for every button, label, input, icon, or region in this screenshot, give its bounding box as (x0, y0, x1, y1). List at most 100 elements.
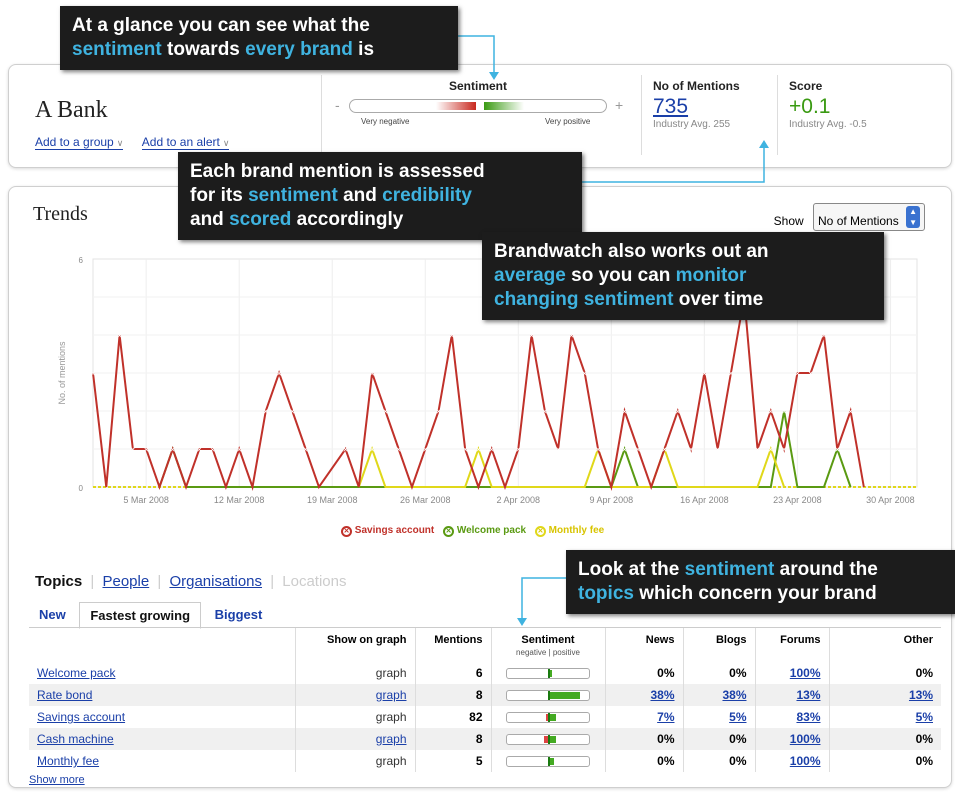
divider (777, 75, 778, 155)
tab-topics[interactable]: Topics (35, 573, 82, 590)
chevron-down-icon: ∨ (222, 138, 230, 148)
source-share-link[interactable]: 13% (909, 688, 933, 702)
data-point-marker[interactable]: ✕ (675, 409, 681, 416)
data-point-marker[interactable]: ✕ (236, 447, 242, 454)
subtab-new[interactable]: New (29, 602, 76, 627)
data-point-marker[interactable]: ✕ (90, 371, 96, 378)
data-point-marker[interactable]: ✕ (449, 333, 455, 340)
topic-link[interactable]: Cash machine (37, 732, 114, 746)
graph-toggle[interactable]: graph (376, 754, 407, 768)
brand-name: A Bank (35, 97, 108, 123)
show-label: Show (773, 214, 804, 228)
data-point-marker[interactable]: ✕ (781, 409, 787, 416)
tab-people[interactable]: People (102, 573, 149, 590)
topic-subtabs: New Fastest growing Biggest (29, 601, 273, 629)
subtab-biggest[interactable]: Biggest (205, 602, 273, 627)
data-point-marker[interactable]: ✕ (728, 371, 734, 378)
data-point-marker[interactable]: ✕ (582, 371, 588, 378)
data-point-marker[interactable]: ✕ (622, 447, 628, 454)
source-share-link[interactable]: 13% (796, 688, 820, 702)
source-share: 0% (657, 754, 675, 768)
legend-item-savings[interactable]: ✕ Savings account (341, 525, 434, 537)
sentiment-title: Sentiment (449, 79, 508, 93)
data-point-marker[interactable]: ✕ (662, 447, 668, 454)
data-point-marker[interactable]: ✕ (263, 409, 269, 416)
data-point-marker[interactable]: ✕ (542, 409, 548, 416)
subtab-fastest-growing[interactable]: Fastest growing (79, 602, 202, 629)
data-point-marker[interactable]: ✕ (170, 447, 176, 454)
data-point-marker[interactable]: ✕ (781, 447, 787, 454)
topic-link[interactable]: Monthly fee (37, 754, 99, 768)
col-blogs: Blogs (682, 628, 755, 662)
graph-toggle[interactable]: graph (376, 666, 407, 680)
topics-table: Show on graph Mentions Sentiment negative… (29, 628, 941, 772)
source-share-link[interactable]: 100% (790, 732, 821, 746)
data-point-marker[interactable]: ✕ (715, 447, 721, 454)
data-point-marker[interactable]: ✕ (462, 447, 468, 454)
source-share: 0% (657, 732, 675, 746)
data-point-marker[interactable]: ✕ (369, 447, 375, 454)
topic-link[interactable]: Savings account (37, 710, 125, 724)
source-share-link[interactable]: 38% (650, 688, 674, 702)
data-point-marker[interactable]: ✕ (196, 447, 202, 454)
add-to-group-dropdown[interactable]: Add to a group ∨ (35, 135, 124, 150)
data-point-marker[interactable]: ✕ (382, 409, 388, 416)
data-point-marker[interactable]: ✕ (635, 447, 641, 454)
mention-count: 8 (475, 732, 483, 746)
legend-item-welcome[interactable]: ✕ Welcome pack (443, 525, 526, 537)
data-point-marker[interactable]: ✕ (569, 333, 575, 340)
data-point-marker[interactable]: ✕ (130, 447, 136, 454)
legend-item-monthly[interactable]: ✕ Monthly fee (534, 525, 604, 537)
graph-toggle[interactable]: graph (376, 710, 407, 724)
col-forums: Forums (754, 628, 829, 662)
data-point-marker[interactable]: ✕ (396, 447, 402, 454)
data-point-marker[interactable]: ✕ (529, 333, 535, 340)
data-point-marker[interactable]: ✕ (808, 371, 814, 378)
data-point-marker[interactable]: ✕ (768, 409, 774, 416)
mentions-count-link[interactable]: 735 (653, 95, 740, 119)
data-point-marker[interactable]: ✕ (289, 409, 295, 416)
data-point-marker[interactable]: ✕ (821, 333, 827, 340)
data-point-marker[interactable]: ✕ (303, 447, 309, 454)
topic-link[interactable]: Rate bond (37, 688, 92, 702)
data-point-marker[interactable]: ✕ (436, 409, 442, 416)
mention-count: 6 (475, 666, 483, 680)
data-point-marker[interactable]: ✕ (701, 371, 707, 378)
data-point-marker[interactable]: ✕ (755, 447, 761, 454)
data-point-marker[interactable]: ✕ (848, 409, 854, 416)
data-point-marker[interactable]: ✕ (210, 447, 216, 454)
show-more-link[interactable]: Show more (29, 774, 941, 786)
data-point-marker[interactable]: ✕ (343, 447, 349, 454)
data-point-marker[interactable]: ✕ (768, 447, 774, 454)
add-to-alert-dropdown[interactable]: Add to an alert ∨ (141, 135, 230, 150)
data-point-marker[interactable]: ✕ (622, 409, 628, 416)
show-select[interactable]: No of Mentions ▲ ▼ (813, 203, 925, 231)
graph-link[interactable]: graph (376, 688, 407, 702)
source-share-link[interactable]: 83% (796, 710, 820, 724)
very-positive-label: Very positive (545, 117, 591, 126)
source-share-link[interactable]: 5% (729, 710, 746, 724)
graph-link[interactable]: graph (376, 732, 407, 746)
data-point-marker[interactable]: ✕ (834, 447, 840, 454)
data-point-marker[interactable]: ✕ (688, 447, 694, 454)
data-point-marker[interactable]: ✕ (276, 371, 282, 378)
data-point-marker[interactable]: ✕ (595, 447, 601, 454)
data-point-marker[interactable]: ✕ (369, 371, 375, 378)
source-share-link[interactable]: 100% (790, 666, 821, 680)
source-share-link[interactable]: 100% (790, 754, 821, 768)
data-point-marker[interactable]: ✕ (515, 447, 521, 454)
callout-topics: Look at the sentiment around the topics … (566, 550, 955, 614)
data-point-marker[interactable]: ✕ (794, 371, 800, 378)
source-share-link[interactable]: 5% (916, 710, 933, 724)
source-share-link[interactable]: 7% (657, 710, 674, 724)
data-point-marker[interactable]: ✕ (117, 333, 123, 340)
source-share-link[interactable]: 38% (722, 688, 746, 702)
data-point-marker[interactable]: ✕ (143, 447, 149, 454)
data-point-marker[interactable]: ✕ (489, 447, 495, 454)
topic-link[interactable]: Welcome pack (37, 666, 115, 680)
tab-organisations[interactable]: Organisations (169, 573, 262, 590)
data-point-marker[interactable]: ✕ (422, 447, 428, 454)
data-point-marker[interactable]: ✕ (475, 447, 481, 454)
data-point-marker[interactable]: ✕ (555, 447, 561, 454)
mention-count: 5 (475, 754, 483, 768)
